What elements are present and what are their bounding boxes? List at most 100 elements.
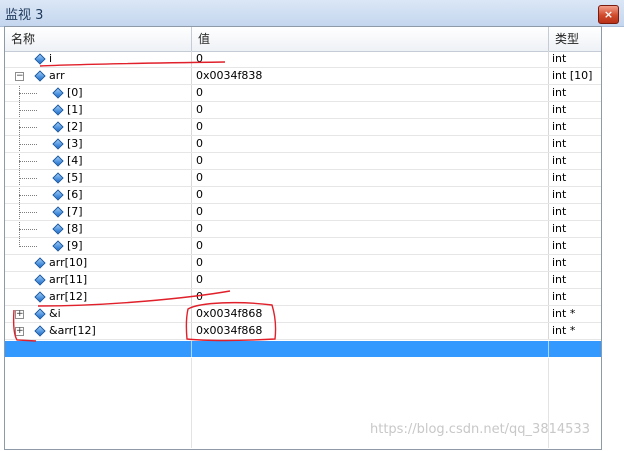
row-name: [5]	[67, 171, 83, 184]
row-name: [4]	[67, 154, 83, 167]
watch-row-arr-7[interactable]: [7] 0 int	[5, 204, 601, 221]
variable-icon	[52, 206, 64, 218]
row-type: int	[552, 239, 567, 252]
variable-icon	[34, 308, 46, 320]
variable-icon	[52, 240, 64, 252]
row-name: [1]	[67, 103, 83, 116]
row-name: [9]	[67, 239, 83, 252]
variable-icon	[34, 70, 46, 82]
row-name: [6]	[67, 188, 83, 201]
row-name: &i	[49, 307, 61, 320]
row-type: int	[552, 205, 567, 218]
row-value[interactable]: 0	[192, 102, 549, 118]
variable-icon	[52, 104, 64, 116]
variable-icon	[34, 53, 46, 65]
row-name: [3]	[67, 137, 83, 150]
watch-row-arr-8[interactable]: [8] 0 int	[5, 221, 601, 238]
row-name: [7]	[67, 205, 83, 218]
watch-row-arr-5[interactable]: [5] 0 int	[5, 170, 601, 187]
expand-toggle-icon[interactable]: +	[15, 327, 24, 336]
row-name: &arr[12]	[49, 324, 96, 337]
row-value[interactable]: 0	[192, 187, 549, 203]
row-value[interactable]: 0	[192, 238, 549, 254]
variable-icon	[34, 257, 46, 269]
row-value[interactable]: 0	[192, 272, 549, 288]
row-type: int	[552, 52, 567, 65]
close-button[interactable]: ×	[598, 5, 619, 24]
watch-row-arr10[interactable]: arr[10] 0 int	[5, 255, 601, 272]
new-watch-row[interactable]	[5, 341, 601, 357]
row-value[interactable]: 0	[192, 85, 549, 101]
variable-icon	[52, 189, 64, 201]
watch-row-arr-4[interactable]: [4] 0 int	[5, 153, 601, 170]
row-value[interactable]: 0	[192, 51, 549, 67]
row-name: arr[12]	[49, 290, 88, 303]
watch-row-arr-1[interactable]: [1] 0 int	[5, 102, 601, 119]
row-value[interactable]: 0	[192, 255, 549, 271]
watch-grid: 名称 值 类型 i 0 int − arr 0x0034f838 int [10…	[4, 26, 602, 450]
row-type: int	[552, 137, 567, 150]
header-type[interactable]: 类型	[549, 27, 601, 51]
watch-row-arr11[interactable]: arr[11] 0 int	[5, 272, 601, 289]
watch-row-arr-3[interactable]: [3] 0 int	[5, 136, 601, 153]
row-name: [0]	[67, 86, 83, 99]
header-value-label: 值	[198, 32, 211, 46]
row-type: int	[552, 290, 567, 303]
row-value[interactable]: 0	[192, 170, 549, 186]
watch-row-arr-9[interactable]: [9] 0 int	[5, 238, 601, 255]
row-name: arr	[49, 69, 65, 82]
watch-row-arr-6[interactable]: [6] 0 int	[5, 187, 601, 204]
variable-icon	[52, 223, 64, 235]
watch-row-arr-0[interactable]: [0] 0 int	[5, 85, 601, 102]
variable-icon	[52, 172, 64, 184]
variable-icon	[34, 325, 46, 337]
watch-row-addr-arr12[interactable]: + &arr[12] 0x0034f868 int *	[5, 323, 601, 340]
row-type: int *	[552, 324, 576, 337]
row-type: int	[552, 222, 567, 235]
row-type: int *	[552, 307, 576, 320]
watermark: https://blog.csdn.net/qq_3814533	[370, 422, 590, 437]
row-value[interactable]: 0x0034f838	[192, 68, 549, 84]
header-type-label: 类型	[555, 32, 580, 46]
row-value[interactable]: 0x0034f868	[192, 323, 549, 339]
row-type: int [10]	[552, 69, 593, 82]
header-name-label: 名称	[11, 32, 36, 46]
row-value[interactable]: 0	[192, 221, 549, 237]
column-header: 名称 值 类型	[5, 27, 601, 52]
row-name: arr[11]	[49, 273, 88, 286]
variable-icon	[34, 291, 46, 303]
variable-icon	[52, 87, 64, 99]
variable-icon	[52, 138, 64, 150]
row-value[interactable]: 0	[192, 289, 549, 305]
row-type: int	[552, 171, 567, 184]
collapse-toggle-icon[interactable]: −	[15, 72, 24, 81]
watch-row-i[interactable]: i 0 int	[5, 51, 601, 68]
title-bar: 监视 3 ×	[0, 0, 624, 27]
variable-icon	[52, 155, 64, 167]
row-value[interactable]: 0	[192, 119, 549, 135]
row-name: i	[49, 52, 53, 65]
row-type: int	[552, 256, 567, 269]
variable-icon	[52, 121, 64, 133]
expand-toggle-icon[interactable]: +	[15, 310, 24, 319]
header-value[interactable]: 值	[192, 27, 549, 51]
row-type: int	[552, 188, 567, 201]
row-type: int	[552, 273, 567, 286]
row-type: int	[552, 154, 567, 167]
row-type: int	[552, 103, 567, 116]
watch-row-addr-i[interactable]: + &i 0x0034f868 int *	[5, 306, 601, 323]
header-name[interactable]: 名称	[5, 27, 192, 51]
row-type: int	[552, 120, 567, 133]
watch-row-arr-2[interactable]: [2] 0 int	[5, 119, 601, 136]
watch-row-arr12[interactable]: arr[12] 0 int	[5, 289, 601, 306]
window-title: 监视 3	[5, 8, 44, 23]
row-type: int	[552, 86, 567, 99]
row-name: [8]	[67, 222, 83, 235]
row-value[interactable]: 0	[192, 153, 549, 169]
row-value[interactable]: 0	[192, 204, 549, 220]
row-value[interactable]: 0x0034f868	[192, 306, 549, 322]
row-name: arr[10]	[49, 256, 88, 269]
row-name: [2]	[67, 120, 83, 133]
watch-row-arr[interactable]: − arr 0x0034f838 int [10]	[5, 68, 601, 85]
row-value[interactable]: 0	[192, 136, 549, 152]
